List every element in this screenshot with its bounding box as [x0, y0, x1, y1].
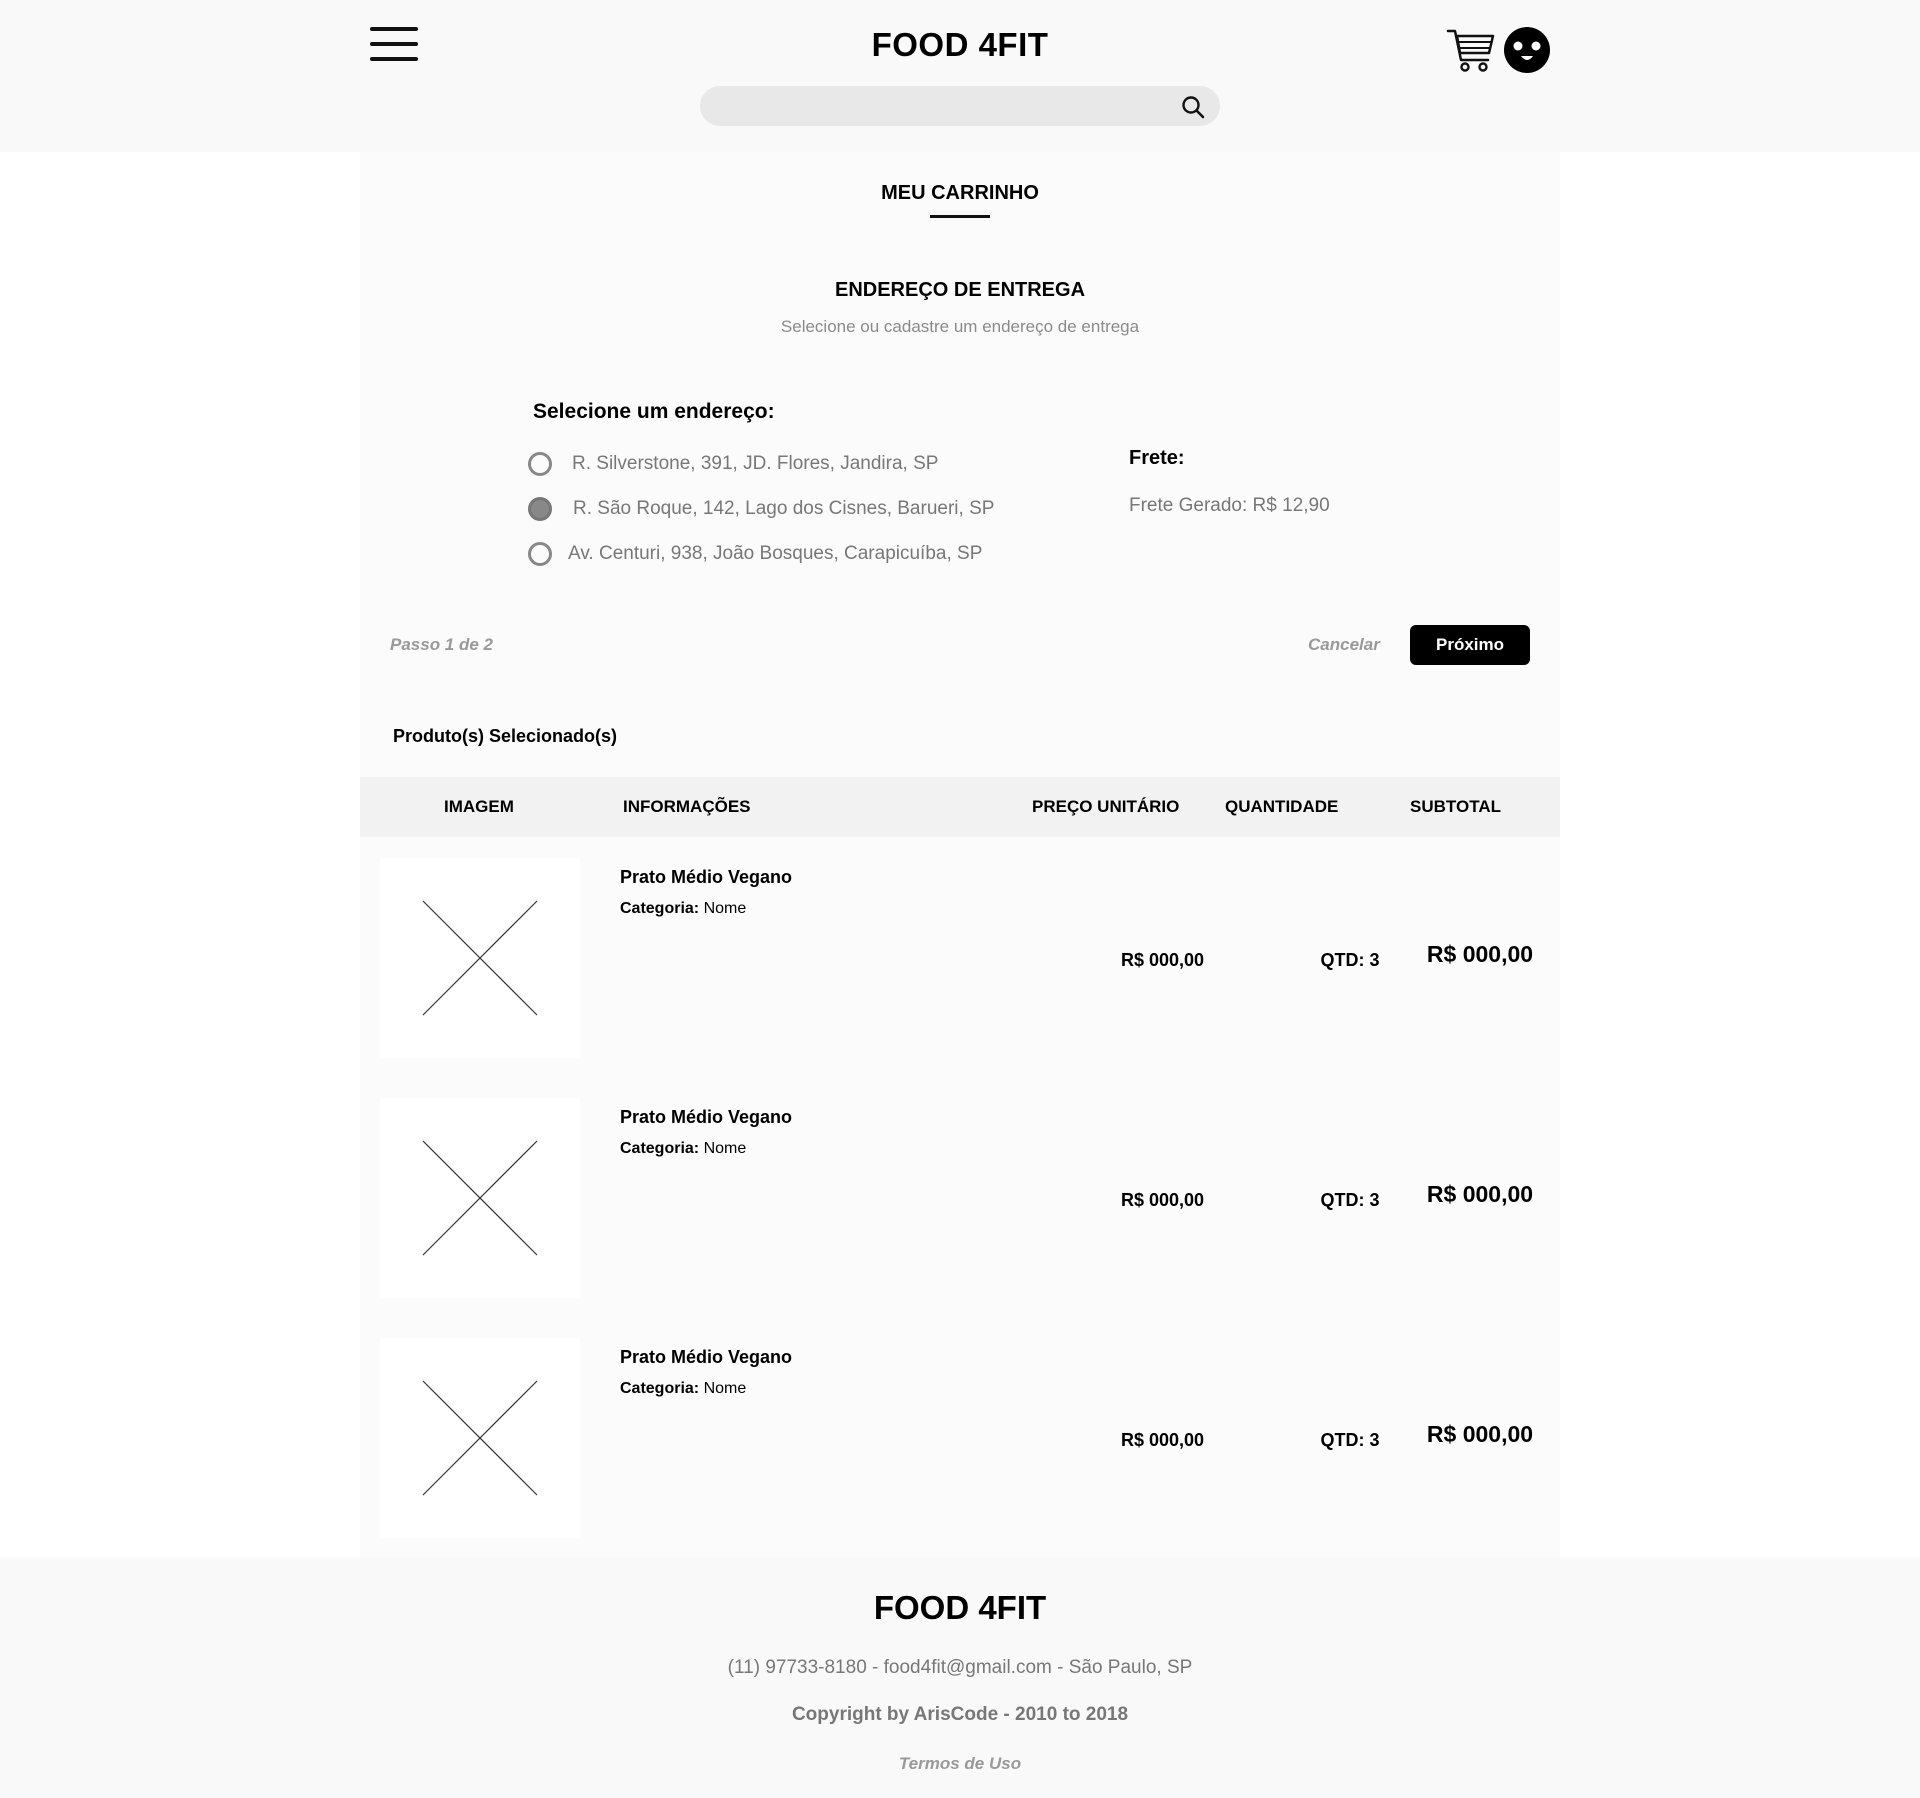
cart-icon[interactable] [1446, 26, 1496, 74]
cancel-button[interactable]: Cancelar [1308, 635, 1380, 655]
image-placeholder-icon [380, 1098, 580, 1298]
address-subtitle: Selecione ou cadastre um endereço de ent… [780, 317, 1140, 336]
address-title: ENDEREÇO DE ENTREGA [834, 279, 1086, 301]
category-label: Categoria: [620, 1380, 700, 1397]
category-value: Nome [703, 1380, 747, 1397]
unit-price: R$ 000,00 [1120, 950, 1205, 970]
product-category: Categoria: Nome [620, 1140, 746, 1158]
address-label: R. São Roque, 142, Lago dos Cisnes, Baru… [573, 498, 995, 519]
footer-brand: FOOD 4FIT [873, 1589, 1047, 1626]
category-value: Nome [703, 1140, 747, 1157]
footer-copyright: Copyright by ArisCode - 2010 to 2018 [791, 1704, 1129, 1725]
table-row: Prato Médio Vegano Categoria: Nome R$ 00… [360, 858, 1560, 1058]
select-address-label: Selecione um endereço: [533, 400, 775, 423]
subtotal: R$ 000,00 [1426, 1181, 1534, 1207]
product-name[interactable]: Prato Médio Vegano [620, 1347, 792, 1368]
address-option-2[interactable]: R. São Roque, 142, Lago dos Cisnes, Baru… [528, 495, 994, 523]
avatar-icon[interactable] [1503, 26, 1551, 74]
search-bar [700, 86, 1220, 126]
product-category: Categoria: Nome [620, 1380, 746, 1398]
step-indicator: Passo 1 de 2 [390, 635, 494, 654]
address-option-3[interactable]: Av. Centuri, 938, João Bosques, Carapicu… [528, 540, 982, 568]
column-header-subtotal: SUBTOTAL [1410, 797, 1501, 816]
terms-link[interactable]: Termos de Uso [0, 1754, 1920, 1774]
subtotal: R$ 000,00 [1426, 941, 1534, 967]
frete-value: Frete Gerado: R$ 12,90 [1129, 495, 1330, 516]
unit-price: R$ 000,00 [1120, 1430, 1205, 1450]
address-label: R. Silverstone, 391, JD. Flores, Jandira… [572, 453, 939, 474]
brand-logo[interactable]: FOOD 4FIT [0, 26, 1920, 64]
search-icon[interactable] [1180, 94, 1206, 120]
table-row: Prato Médio Vegano Categoria: Nome R$ 00… [360, 1098, 1560, 1298]
products-label: Produto(s) Selecionado(s) [393, 726, 618, 746]
product-category: Categoria: Nome [620, 900, 746, 918]
frete-label: Frete: [1129, 447, 1185, 469]
unit-price: R$ 000,00 [1120, 1190, 1205, 1210]
product-name[interactable]: Prato Médio Vegano [620, 867, 792, 888]
category-value: Nome [703, 900, 747, 917]
column-header-image: IMAGEM [444, 797, 514, 816]
category-label: Categoria: [620, 1140, 700, 1157]
radio-button-selected[interactable] [528, 497, 552, 521]
search-input[interactable] [700, 86, 1220, 126]
category-label: Categoria: [620, 900, 700, 917]
subtotal: R$ 000,00 [1426, 1421, 1534, 1447]
table-header: IMAGEM INFORMAÇÕES PREÇO UNITÁRIO QUANTI… [360, 777, 1560, 837]
image-placeholder-icon [380, 1338, 580, 1538]
column-header-price: PREÇO UNITÁRIO [1032, 797, 1180, 816]
table-row: Prato Médio Vegano Categoria: Nome R$ 00… [360, 1338, 1560, 1538]
radio-button[interactable] [528, 542, 552, 566]
radio-button[interactable] [528, 452, 552, 476]
address-option-1[interactable]: R. Silverstone, 391, JD. Flores, Jandira… [528, 450, 938, 478]
column-header-info: INFORMAÇÕES [623, 797, 751, 816]
address-label: Av. Centuri, 938, João Bosques, Carapicu… [568, 543, 983, 564]
product-name[interactable]: Prato Médio Vegano [620, 1107, 792, 1128]
title-underline [930, 215, 990, 218]
column-header-quantity: QUANTIDADE [1225, 797, 1339, 816]
image-placeholder-icon [380, 858, 580, 1058]
site-header: FOOD 4FIT [0, 0, 1920, 152]
site-footer: FOOD 4FIT (11) 97733-8180 - food4fit@gma… [0, 1557, 1920, 1798]
footer-contact: (11) 97733-8180 - food4fit@gmail.com - S… [727, 1657, 1193, 1678]
page-title: MEU CARRINHO [881, 182, 1039, 204]
cart-section: MEU CARRINHO ENDEREÇO DE ENTREGA Selecio… [360, 152, 1560, 1557]
next-button[interactable]: Próximo [1410, 625, 1530, 665]
